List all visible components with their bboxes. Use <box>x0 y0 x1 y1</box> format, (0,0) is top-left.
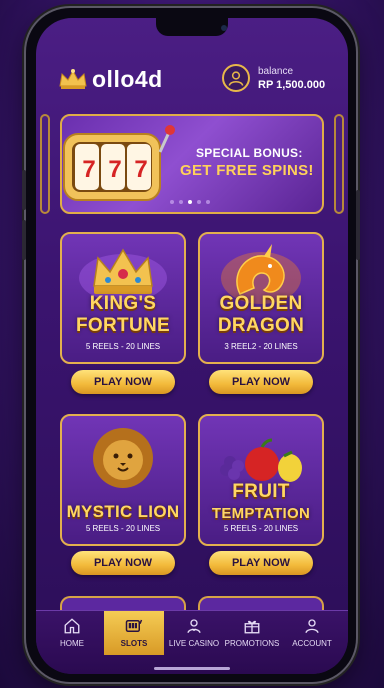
carousel-dot[interactable] <box>179 200 183 204</box>
brand-logo[interactable]: ollo4d <box>92 66 163 93</box>
promo-banner[interactable]: 7 7 7 SPECIAL BONUS: GET FREE SPINS! <box>60 114 324 214</box>
game-subtitle: 5 REELS - 20 LINES <box>223 524 299 533</box>
nav-label: ACCOUNT <box>292 639 332 648</box>
camera-dot <box>221 25 227 31</box>
slot-symbol: 7 <box>134 156 148 183</box>
nav-label: PROMOTIONS <box>224 639 280 648</box>
phone-notch <box>156 18 228 36</box>
game-title: MYSTIC LION <box>66 502 180 521</box>
play-now-button[interactable]: PLAY NOW <box>71 551 175 575</box>
user-icon <box>305 619 319 634</box>
home-icon <box>64 618 80 634</box>
play-now-button[interactable]: PLAY NOW <box>209 370 313 394</box>
balance-value: RP 1,500.000 <box>258 79 326 91</box>
play-now-button[interactable]: PLAY NOW <box>71 370 175 394</box>
slot-symbol: 7 <box>82 156 96 183</box>
phone-side-button <box>356 190 360 260</box>
play-now-button[interactable]: PLAY NOW <box>209 551 313 575</box>
nav-item-slots[interactable]: SLOTS <box>104 611 164 655</box>
home-indicator[interactable] <box>154 667 230 670</box>
slot-machine-icon <box>125 619 143 632</box>
bottom-nav: HOME SLOTS LIVE CASINO PROMOTIONS ACCOUN… <box>36 610 348 674</box>
phone-side-button <box>22 220 26 260</box>
app-header: ollo4d balance RP 1,500.000 <box>36 58 348 98</box>
avatar[interactable] <box>222 64 250 92</box>
balance-label: balance <box>258 66 294 77</box>
game-title: DRAGON <box>217 315 305 336</box>
carousel-dot[interactable] <box>170 200 174 204</box>
crown-icon <box>59 69 87 89</box>
carousel-dot-active[interactable] <box>188 200 192 204</box>
nav-item-home[interactable]: HOME <box>42 611 102 655</box>
carousel-dot[interactable] <box>206 200 210 204</box>
nav-label: HOME <box>60 639 84 648</box>
game-title: GOLDEN <box>219 293 303 314</box>
slot-symbol: 7 <box>108 156 122 183</box>
game-title: KING'S <box>89 293 157 314</box>
banner-next-peek[interactable] <box>334 114 344 214</box>
carousel-dots <box>170 200 210 204</box>
app-screen: ollo4d balance RP 1,500.000 7 7 7 SPECIA… <box>36 18 348 674</box>
lion-icon <box>93 428 153 488</box>
nav-item-live-casino[interactable]: LIVE CASINO <box>164 611 224 655</box>
banner-headline: SPECIAL BONUS: <box>196 146 303 160</box>
user-icon <box>228 71 244 86</box>
game-subtitle: 5 REELS - 20 LINES <box>85 524 161 533</box>
nav-item-promotions[interactable]: PROMOTIONS <box>222 611 282 655</box>
game-card-golden-dragon[interactable]: GOLDEN DRAGON 3 REEL2 - 20 LINES <box>198 232 324 364</box>
nav-label: LIVE CASINO <box>168 639 220 648</box>
game-subtitle: 5 REELS - 20 LINES <box>85 342 161 351</box>
carousel-dot[interactable] <box>197 200 201 204</box>
game-title: FRUIT <box>232 481 290 502</box>
nav-item-account[interactable]: ACCOUNT <box>282 611 342 655</box>
banner-prev-peek[interactable] <box>40 114 50 214</box>
nav-label: SLOTS <box>120 639 148 648</box>
game-subtitle: 3 REEL2 - 20 LINES <box>224 342 298 351</box>
game-card-fruit-temptation[interactable]: FRUIT TEMPTATION 5 REELS - 20 LINES <box>198 414 324 546</box>
dealer-icon <box>187 619 201 634</box>
game-title: FORTUNE <box>76 315 170 336</box>
game-card-mystic-lion[interactable]: MYSTIC LION 5 REELS - 20 LINES <box>60 414 186 546</box>
game-title: TEMPTATION <box>211 505 311 522</box>
game-card-kings-fortune[interactable]: KING'S FORTUNE 5 REELS - 20 LINES <box>60 232 186 364</box>
phone-side-button <box>22 170 26 210</box>
gift-icon <box>244 620 260 634</box>
banner-subheadline: GET FREE SPINS! <box>180 162 314 179</box>
